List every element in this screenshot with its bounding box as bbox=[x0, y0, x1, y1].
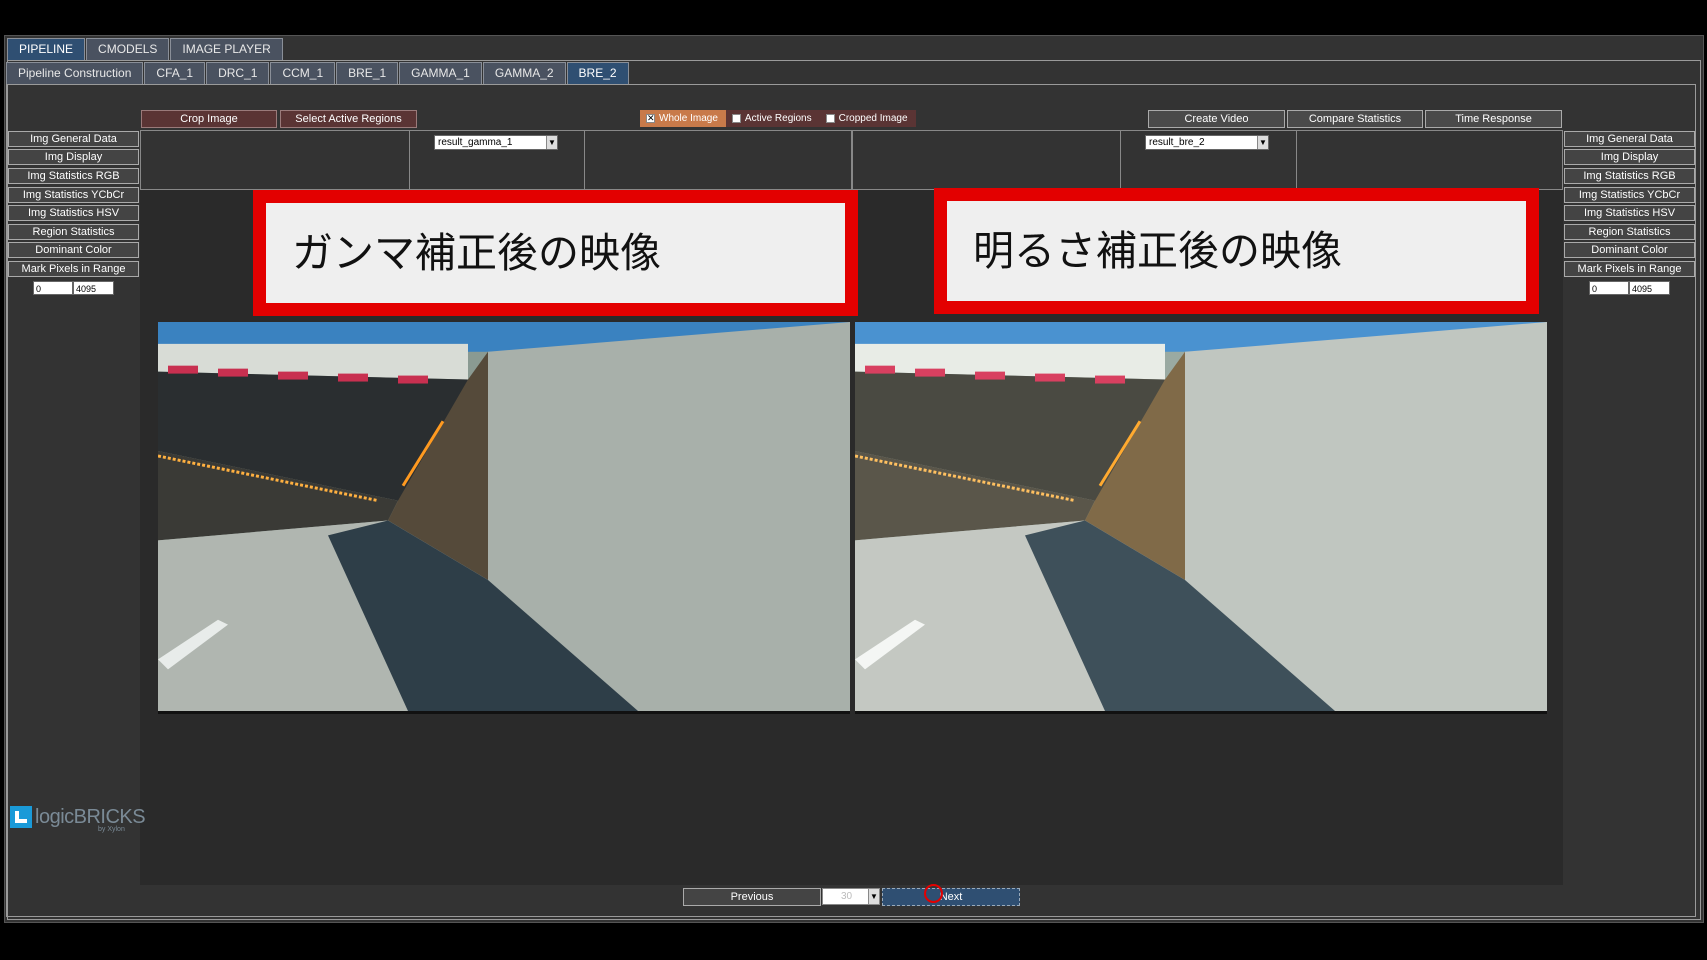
left-img-general-data-button[interactable]: Img General Data bbox=[8, 131, 139, 147]
tab-bre-1[interactable]: BRE_1 bbox=[336, 62, 399, 84]
cropped-image-label: Cropped Image bbox=[838, 113, 908, 124]
right-region-statistics-button[interactable]: Region Statistics bbox=[1564, 224, 1695, 240]
right-video-frame bbox=[855, 322, 1547, 714]
crop-image-button[interactable]: Crop Image bbox=[141, 110, 277, 128]
create-video-button[interactable]: Create Video bbox=[1148, 110, 1285, 128]
tab-gamma-1[interactable]: GAMMA_1 bbox=[399, 62, 482, 84]
page-select[interactable]: 30 ▼ bbox=[822, 888, 880, 905]
compare-statistics-button[interactable]: Compare Statistics bbox=[1287, 110, 1423, 128]
tab-cfa-1[interactable]: CFA_1 bbox=[144, 62, 206, 84]
left-annotation: ガンマ補正後の映像 bbox=[253, 190, 858, 316]
checkbox-icon bbox=[825, 114, 835, 123]
checkbox-icon bbox=[731, 114, 741, 123]
tab-ccm-1[interactable]: CCM_1 bbox=[270, 62, 336, 84]
check-icon bbox=[646, 113, 655, 124]
right-img-display-button[interactable]: Img Display bbox=[1564, 149, 1695, 165]
tunnel-image bbox=[158, 322, 850, 711]
right-mark-pixels-button[interactable]: Mark Pixels in Range bbox=[1564, 261, 1695, 277]
cropped-image-option[interactable]: Cropped Image bbox=[819, 110, 916, 127]
right-img-statistics-rgb-button[interactable]: Img Statistics RGB bbox=[1564, 168, 1695, 184]
panel-divider bbox=[1296, 131, 1297, 189]
previous-button[interactable]: Previous bbox=[683, 888, 821, 906]
time-response-button[interactable]: Time Response bbox=[1425, 110, 1562, 128]
left-img-statistics-hsv-button[interactable]: Img Statistics HSV bbox=[8, 205, 139, 221]
right-image-select-value: result_bre_2 bbox=[1149, 137, 1205, 148]
right-range-max-input[interactable]: 4095 bbox=[1629, 281, 1670, 295]
logo-name: logicBRICKS bbox=[35, 805, 146, 828]
left-image-select[interactable]: result_gamma_1 ▼ bbox=[434, 135, 558, 150]
right-img-statistics-ycbcr-button[interactable]: Img Statistics YCbCr bbox=[1564, 187, 1695, 203]
left-region-statistics-button[interactable]: Region Statistics bbox=[8, 224, 139, 240]
right-image-select[interactable]: result_bre_2 ▼ bbox=[1145, 135, 1269, 150]
tab-pipeline[interactable]: PIPELINE bbox=[7, 38, 86, 60]
right-img-general-data-button[interactable]: Img General Data bbox=[1564, 131, 1695, 147]
panel-divider bbox=[584, 131, 585, 189]
right-img-statistics-hsv-button[interactable]: Img Statistics HSV bbox=[1564, 205, 1695, 221]
right-annotation: 明るさ補正後の映像 bbox=[934, 188, 1539, 314]
left-annotation-text: ガンマ補正後の映像 bbox=[266, 203, 845, 303]
tab-pipeline-construction[interactable]: Pipeline Construction bbox=[6, 62, 144, 84]
logicbricks-logo: logicBRICKS by Xylon bbox=[10, 804, 146, 833]
left-video-frame bbox=[158, 322, 850, 714]
right-range-min-input[interactable]: 0 bbox=[1589, 281, 1629, 295]
logicbricks-icon bbox=[10, 806, 32, 828]
active-regions-label: Active Regions bbox=[744, 113, 812, 124]
sub-tabs: Pipeline Construction CFA_1 DRC_1 CCM_1 … bbox=[6, 62, 630, 84]
next-button[interactable]: Next bbox=[882, 888, 1020, 906]
chevron-down-icon: ▼ bbox=[1257, 136, 1268, 149]
active-regions-option[interactable]: Active Regions bbox=[725, 110, 820, 127]
page-select-value: 30 bbox=[841, 891, 853, 902]
chevron-down-icon: ▼ bbox=[868, 889, 879, 904]
right-annotation-text: 明るさ補正後の映像 bbox=[947, 201, 1526, 301]
tab-drc-1[interactable]: DRC_1 bbox=[206, 62, 270, 84]
left-img-display-button[interactable]: Img Display bbox=[8, 149, 139, 165]
chevron-down-icon: ▼ bbox=[546, 136, 557, 149]
left-img-statistics-rgb-button[interactable]: Img Statistics RGB bbox=[8, 168, 139, 184]
left-dominant-color-button[interactable]: Dominant Color bbox=[8, 242, 139, 258]
left-img-statistics-ycbcr-button[interactable]: Img Statistics YCbCr bbox=[8, 187, 139, 203]
whole-image-label: Whole Image bbox=[659, 113, 718, 124]
logo-tagline: by Xylon bbox=[98, 826, 125, 833]
left-range-max-input[interactable]: 4095 bbox=[73, 281, 114, 295]
panel-divider bbox=[409, 131, 410, 189]
tab-cmodels[interactable]: CMODELS bbox=[86, 38, 170, 60]
tab-image-player[interactable]: IMAGE PLAYER bbox=[170, 38, 283, 60]
left-range-min-input[interactable]: 0 bbox=[33, 281, 73, 295]
left-image-select-value: result_gamma_1 bbox=[438, 137, 513, 148]
right-dominant-color-button[interactable]: Dominant Color bbox=[1564, 242, 1695, 258]
tab-gamma-2[interactable]: GAMMA_2 bbox=[482, 62, 566, 84]
tunnel-image bbox=[855, 322, 1547, 711]
whole-image-option[interactable]: Whole Image bbox=[640, 110, 726, 127]
tab-bre-2[interactable]: BRE_2 bbox=[566, 62, 629, 84]
red-circle-marker bbox=[924, 884, 943, 903]
left-mark-pixels-button[interactable]: Mark Pixels in Range bbox=[8, 261, 139, 277]
main-tabs: PIPELINE CMODELS IMAGE PLAYER bbox=[7, 38, 284, 60]
select-active-regions-button[interactable]: Select Active Regions bbox=[280, 110, 417, 128]
panel-divider bbox=[1120, 131, 1121, 189]
view-options: Whole Image Active Regions Cropped Image bbox=[640, 110, 916, 127]
